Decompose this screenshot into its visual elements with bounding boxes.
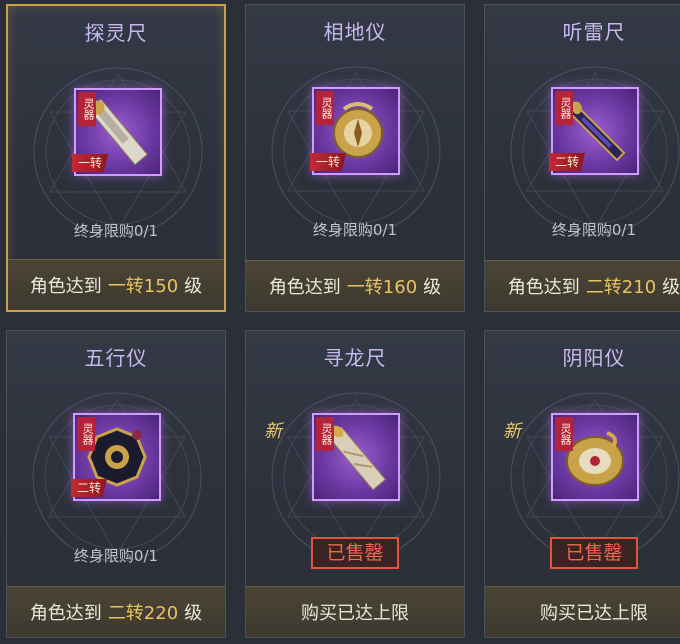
item-slot[interactable]: 灵器	[312, 413, 400, 501]
req-prefix: 角色达到	[268, 277, 341, 298]
req-suffix: 级	[423, 277, 442, 298]
card-title: 相地仪	[323, 19, 387, 44]
tier-badge: 二转	[71, 479, 108, 497]
shop-card-tingleichi[interactable]: 听雷尺 灵器 二转 终身限购0/1 角色达到 二转210 级	[484, 4, 680, 312]
level-requirement: 角色达到 一转150 级	[8, 259, 224, 310]
new-badge: 新	[503, 421, 521, 442]
new-badge: 新	[264, 421, 282, 442]
purchase-status: 购买已达上限	[246, 586, 464, 637]
artifact-tag: 灵器	[555, 417, 573, 451]
shop-card-wuxingyi[interactable]: 五行仪 灵器 二转 终身限购0/1 角色达到 二转220 级	[6, 330, 226, 638]
artifact-tag: 灵器	[77, 417, 95, 451]
item-slot[interactable]: 灵器 一转	[72, 88, 162, 176]
card-title: 五行仪	[84, 345, 148, 370]
status-label: 购买已达上限	[540, 603, 648, 624]
purchase-status: 购买已达上限	[485, 586, 680, 637]
level-requirement: 角色达到 一转160 级	[246, 260, 464, 311]
artifact-tag: 灵器	[78, 92, 96, 126]
purchase-limit: 终身限购0/1	[551, 221, 637, 239]
req-prefix: 角色达到	[29, 276, 102, 297]
purchase-limit: 终身限购0/1	[73, 222, 159, 240]
card-title: 寻龙尺	[323, 345, 387, 370]
req-level: 二转210	[585, 277, 657, 298]
item-slot[interactable]: 灵器 一转	[310, 87, 400, 175]
card-title: 探灵尺	[84, 20, 148, 45]
shop-card-xunlongchi[interactable]: 寻龙尺 新 灵器 已售罄 购买已达上限	[245, 330, 465, 638]
sold-out-stamp: 已售罄	[311, 537, 399, 569]
tier-badge: 一转	[72, 154, 109, 172]
req-suffix: 级	[662, 277, 680, 298]
artifact-tag: 灵器	[316, 417, 334, 451]
tier-badge: 二转	[549, 153, 586, 171]
req-prefix: 角色达到	[29, 603, 102, 624]
item-slot[interactable]: 灵器 二转	[71, 413, 161, 501]
req-level: 一转160	[346, 277, 418, 298]
status-label: 购买已达上限	[301, 603, 409, 624]
req-prefix: 角色达到	[507, 277, 580, 298]
sold-out-stamp: 已售罄	[550, 537, 638, 569]
artifact-tag: 灵器	[316, 91, 334, 125]
tier-badge: 一转	[310, 153, 347, 171]
level-requirement: 角色达到 二转210 级	[485, 260, 680, 311]
shop-card-tanlingchi[interactable]: 探灵尺 灵器 一转 终身限购0/1 角色达到 一转150 级	[6, 4, 226, 312]
item-slot[interactable]: 灵器	[551, 413, 639, 501]
card-title: 阴阳仪	[562, 345, 626, 370]
shop-card-xiangdiyi[interactable]: 相地仪 灵器 一转 终身限购0/1 角色达到 一转160 级	[245, 4, 465, 312]
purchase-limit: 终身限购0/1	[312, 221, 398, 239]
purchase-limit: 终身限购0/1	[73, 547, 159, 565]
req-suffix: 级	[184, 603, 203, 624]
item-slot[interactable]: 灵器 二转	[549, 87, 639, 175]
artifact-tag: 灵器	[555, 91, 573, 125]
card-title: 听雷尺	[562, 19, 626, 44]
shop-card-yinyangyi[interactable]: 阴阳仪 新 灵器 已售罄 购买已达上限	[484, 330, 680, 638]
req-level: 二转220	[107, 603, 179, 624]
level-requirement: 角色达到 二转220 级	[7, 586, 225, 637]
req-level: 一转150	[107, 276, 179, 297]
req-suffix: 级	[184, 276, 203, 297]
